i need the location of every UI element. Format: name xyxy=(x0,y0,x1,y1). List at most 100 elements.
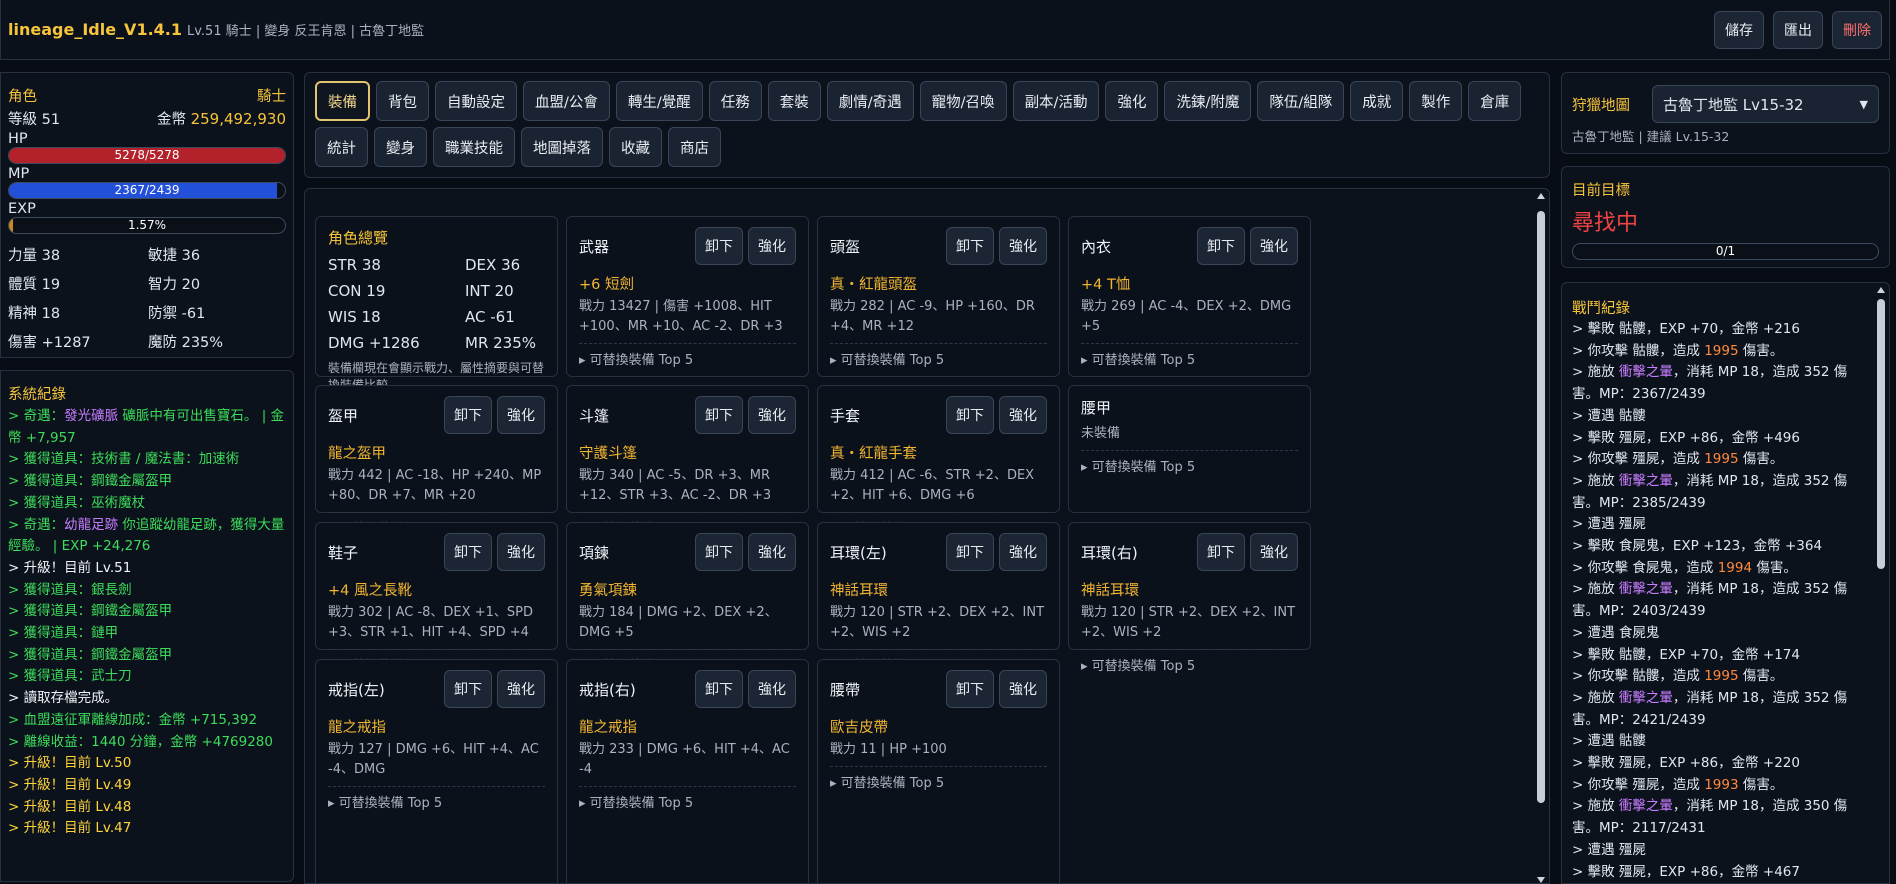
replaceable-equipment-toggle[interactable]: ▸ 可替換裝備 Top 5 xyxy=(830,343,1047,368)
replaceable-equipment-toggle[interactable]: ▸ 可替換裝備 Top 5 xyxy=(1081,649,1298,674)
enhance-button[interactable]: 強化 xyxy=(497,533,545,571)
unequip-button[interactable]: 卸下 xyxy=(444,396,492,434)
enhance-button[interactable]: 強化 xyxy=(497,670,545,708)
equipment-item-name: 歐吉皮帶 xyxy=(830,720,888,736)
replaceable-equipment-toggle[interactable]: ▸ 可替換裝備 Top 5 xyxy=(328,786,545,811)
tab-2[interactable]: 自動設定 xyxy=(435,81,517,121)
unequip-button[interactable]: 卸下 xyxy=(1197,227,1245,265)
tab-17[interactable]: 變身 xyxy=(374,127,427,167)
hp-bar: 5278/5278 xyxy=(8,147,286,164)
enhance-button[interactable]: 強化 xyxy=(497,396,545,434)
tab-1[interactable]: 背包 xyxy=(376,81,429,121)
equipment-actions: 卸下 強化 xyxy=(946,533,1047,571)
mp-bar: 2367/2439 xyxy=(8,182,286,199)
replaceable-equipment-toggle[interactable]: ▸ 可替換裝備 Top 5 xyxy=(830,766,1047,791)
unequip-button[interactable]: 卸下 xyxy=(444,670,492,708)
scroll-down-arrow-icon[interactable] xyxy=(1537,877,1545,883)
skill-name: 衝擊之暈 xyxy=(1618,689,1673,706)
system-log-entry: > 血盟遠征軍離線加成：金幣 +715,392 xyxy=(8,711,258,728)
exp-label: EXP xyxy=(8,201,36,217)
battle-log-entry: > 施放 衝擊之暈，消耗 MP 18，造成 352 傷害。MP：2367/243… xyxy=(1572,364,1848,403)
system-log-entry: > 獲得道具：武士刀 xyxy=(8,668,132,685)
tab-14[interactable]: 製作 xyxy=(1409,81,1463,121)
tab-11[interactable]: 洗鍊/附魔 xyxy=(1164,81,1252,121)
enhance-button[interactable]: 強化 xyxy=(999,227,1047,265)
tab-7[interactable]: 劇情/奇遇 xyxy=(826,81,914,121)
enhance-button[interactable]: 強化 xyxy=(999,670,1047,708)
unequip-button[interactable]: 卸下 xyxy=(946,396,994,434)
battle-log-scrollbar[interactable] xyxy=(1875,287,1887,877)
scroll-up-arrow-icon[interactable] xyxy=(1537,193,1545,199)
replaceable-equipment-toggle[interactable]: ▸ 可替換裝備 Top 5 xyxy=(579,786,796,811)
tab-6[interactable]: 套裝 xyxy=(767,81,821,121)
enhance-button[interactable]: 強化 xyxy=(748,533,796,571)
equipment-card: 手套 卸下 強化 真・紅龍手套 戰力 412 | AC -6、STR +2、DEX +2… xyxy=(817,385,1060,537)
scroll-up-arrow-icon[interactable] xyxy=(1877,287,1885,293)
enhance-button[interactable]: 強化 xyxy=(748,227,796,265)
equipment-scroll-thumb[interactable] xyxy=(1537,211,1545,803)
equipment-slot-name: 項鍊 xyxy=(579,543,610,562)
tab-16[interactable]: 統計 xyxy=(315,127,368,167)
tab-9[interactable]: 副本/活動 xyxy=(1012,81,1100,121)
equipment-card-header: 鞋子 卸下 強化 xyxy=(328,533,545,571)
tab-12[interactable]: 隊伍/組隊 xyxy=(1257,81,1345,121)
battle-log-entry: > 擊敗 食屍鬼，EXP +123，金幣 +364 xyxy=(1572,538,1823,555)
unequip-button[interactable]: 卸下 xyxy=(444,533,492,571)
equipment-card: 鞋子 卸下 強化 +4 風之長靴 戰力 302 | AC -8、DEX +1、SPD +… xyxy=(315,522,558,674)
system-log-panel: 系統紀錄 > 奇遇：發光礦脈 礦脈中有可出售寶石。 | 金幣 +7,957 > 獲… xyxy=(0,370,294,882)
enhance-button[interactable]: 強化 xyxy=(748,396,796,434)
save-button[interactable]: 儲存 xyxy=(1714,10,1764,49)
export-button[interactable]: 匯出 xyxy=(1773,10,1823,49)
tab-19[interactable]: 地圖掉落 xyxy=(521,127,603,167)
unequip-button[interactable]: 卸下 xyxy=(695,227,743,265)
equipment-scrollbar[interactable] xyxy=(1535,193,1547,883)
unequip-button[interactable]: 卸下 xyxy=(695,670,743,708)
skill-name: 衝擊之暈 xyxy=(1618,472,1673,489)
tab-21[interactable]: 商店 xyxy=(668,127,721,167)
replaceable-equipment-toggle[interactable]: ▸ 可替換裝備 Top 5 xyxy=(1081,343,1298,368)
tab-5[interactable]: 任務 xyxy=(708,81,762,121)
tab-13[interactable]: 成就 xyxy=(1350,81,1404,121)
damage-value: 1995 xyxy=(1704,668,1739,685)
unequip-button[interactable]: 卸下 xyxy=(946,227,994,265)
equipment-card: 項鍊卸下強化勇氣項鍊戰力 184 | DMG +2、DEX +2、DMG +5▸… xyxy=(566,522,809,674)
tab-4[interactable]: 轉生/覺醒 xyxy=(615,81,703,121)
tab-20[interactable]: 收藏 xyxy=(609,127,662,167)
tab-8[interactable]: 寵物/召喚 xyxy=(919,81,1007,121)
equipment-card-header: 戒指(左) 卸下 強化 xyxy=(328,670,545,708)
tab-0[interactable]: 裝備 xyxy=(315,81,370,121)
tab-10[interactable]: 強化 xyxy=(1105,81,1159,121)
battle-log-entry: > 施放 衝擊之暈，消耗 MP 18，造成 352 傷害。MP：2385/243… xyxy=(1572,472,1848,511)
unequip-button[interactable]: 卸下 xyxy=(946,533,994,571)
system-log-entry: > 獲得道具：技術書 / 魔法書：加速術 xyxy=(8,451,240,468)
system-log-entry: > 升級！目前 Lv.47 xyxy=(8,820,132,837)
enhance-button[interactable]: 強化 xyxy=(999,396,1047,434)
equipment-actions: 卸下 強化 xyxy=(444,533,545,571)
equipment-card: 耳環(右) 卸下 強化 神話耳環 戰力 120 | STR +2、DEX +2、INT … xyxy=(1068,522,1311,674)
unequip-button[interactable]: 卸下 xyxy=(946,670,994,708)
hunt-map-select[interactable]: 古魯丁地監 Lv15-32 ▼ xyxy=(1652,85,1879,123)
replaceable-equipment-toggle[interactable]: ▸ 可替換裝備 Top 5 xyxy=(579,343,796,368)
stat-dex: 敏捷 36 xyxy=(148,248,201,264)
battle-log-scroll-thumb[interactable] xyxy=(1877,299,1885,569)
equipment-item-stats: 戰力 127 | DMG +6、HIT +4、AC -4、DMG xyxy=(328,742,539,777)
unequip-button[interactable]: 卸下 xyxy=(1197,533,1245,571)
battle-log-entry: > 擊敗 骷髏，EXP +70，金幣 +174 xyxy=(1572,646,1800,663)
gold-display: 金幣 259,492,930 xyxy=(157,108,286,129)
unequip-button[interactable]: 卸下 xyxy=(695,396,743,434)
tab-18[interactable]: 職業技能 xyxy=(433,127,515,167)
tab-15[interactable]: 倉庫 xyxy=(1468,81,1522,121)
replaceable-equipment-toggle[interactable]: ▸ 可替換裝備 Top 5 xyxy=(1081,450,1298,475)
enhance-button[interactable]: 強化 xyxy=(1250,227,1298,265)
tab-3[interactable]: 血盟/公會 xyxy=(523,81,610,121)
equipment-card-header: 腰甲 xyxy=(1081,396,1298,418)
equipment-card-header: 戒指(右) 卸下 強化 xyxy=(579,670,796,708)
enhance-button[interactable]: 強化 xyxy=(999,533,1047,571)
enhance-button[interactable]: 強化 xyxy=(748,670,796,708)
enhance-button[interactable]: 強化 xyxy=(1250,533,1298,571)
equipment-card-header: 耳環(左) 卸下 強化 xyxy=(830,533,1047,571)
unequip-button[interactable]: 卸下 xyxy=(695,533,743,571)
mp-label: MP xyxy=(8,166,30,182)
delete-button[interactable]: 刪除 xyxy=(1832,10,1882,49)
battle-log-entry: > 遭遇 殭屍 xyxy=(1572,841,1646,858)
